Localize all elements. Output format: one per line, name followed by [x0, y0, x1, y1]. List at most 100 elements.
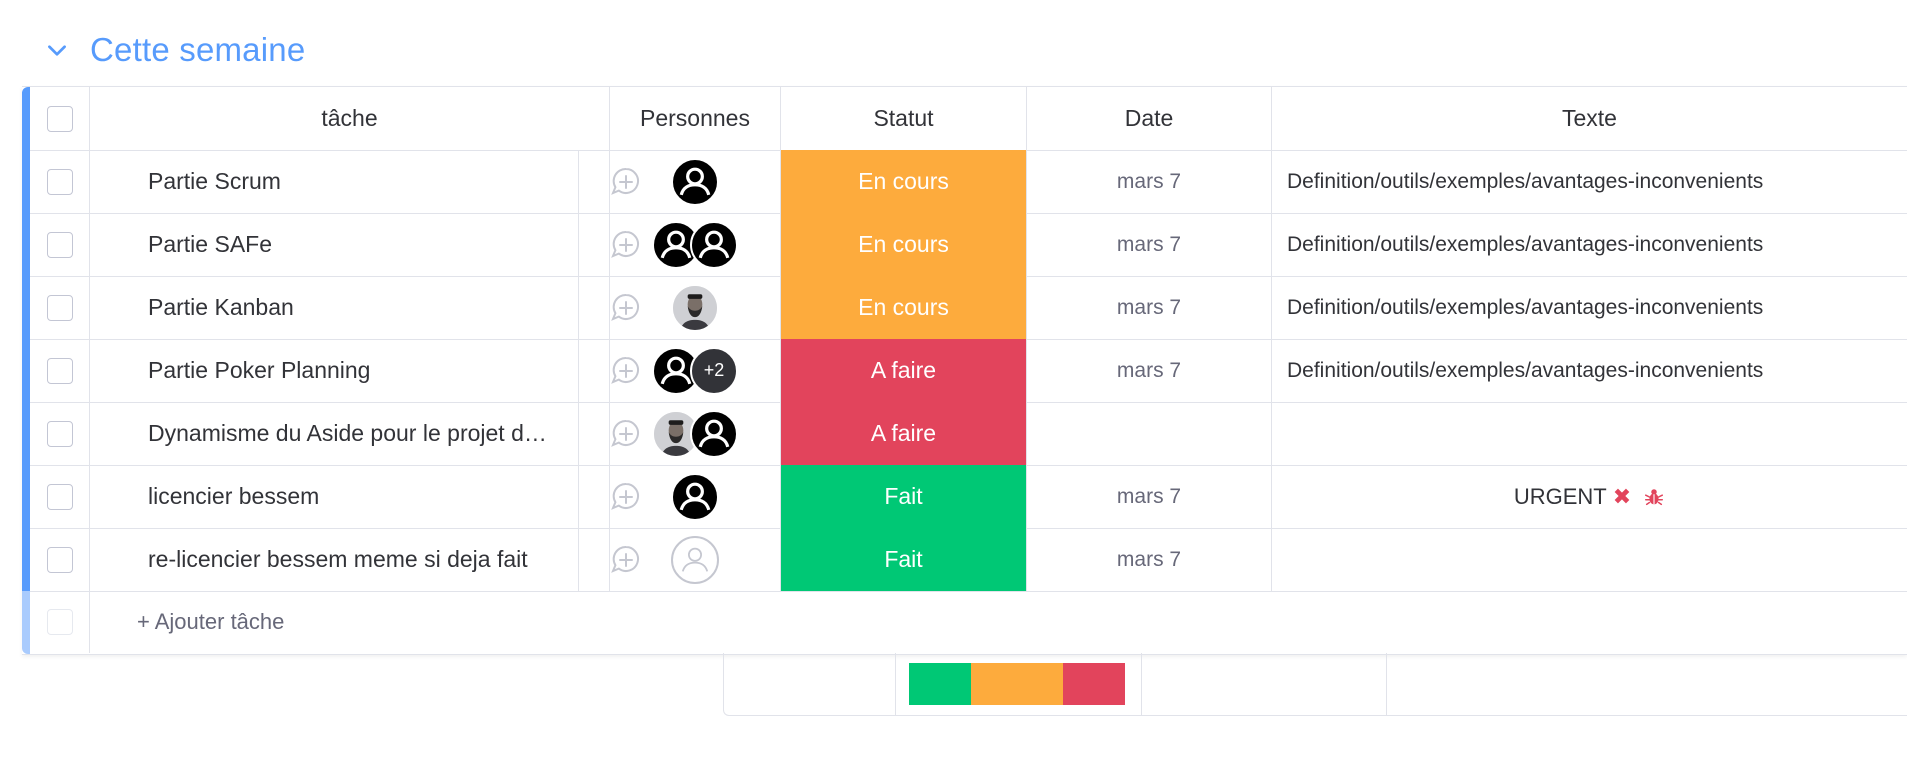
- column-header-date[interactable]: Date: [1027, 87, 1272, 150]
- update-divider: [578, 276, 579, 339]
- task-name[interactable]: Dynamisme du Aside pour le projet du sit…: [90, 420, 548, 447]
- avatar-group[interactable]: [671, 283, 719, 332]
- task-name[interactable]: Partie SAFe: [90, 231, 548, 258]
- text-value: Definition/outils/exemples/avantages-inc…: [1287, 358, 1764, 382]
- row-check-cell: [30, 213, 90, 276]
- text-value: URGENT: [1513, 483, 1607, 509]
- row-checkbox[interactable]: [46, 546, 73, 573]
- status-cell[interactable]: Fait: [781, 528, 1027, 591]
- status-cell[interactable]: En cours: [781, 150, 1027, 213]
- status-summary-bar[interactable]: [909, 663, 1125, 705]
- group-title[interactable]: Cette semaine: [90, 31, 305, 69]
- people-cell[interactable]: [610, 276, 781, 339]
- avatar-group[interactable]: [671, 157, 719, 206]
- status-label[interactable]: En cours: [781, 276, 1026, 339]
- column-header-status[interactable]: Statut: [781, 87, 1027, 150]
- select-all-checkbox[interactable]: [46, 105, 73, 132]
- date-value: mars 7: [1116, 358, 1182, 382]
- people-cell[interactable]: [610, 402, 781, 465]
- status-label[interactable]: Fait: [781, 528, 1026, 591]
- table-row: Partie SAFe En cours mars 7 Definition/outi…: [30, 213, 1907, 277]
- date-cell[interactable]: mars 7: [1027, 213, 1272, 276]
- avatar-group[interactable]: [671, 472, 719, 521]
- row-check-cell: [30, 528, 90, 591]
- task-name[interactable]: Partie Poker Planning: [90, 357, 548, 384]
- add-task-input[interactable]: + Ajouter tâche: [137, 591, 284, 653]
- text-value: Definition/outils/exemples/avantages-inc…: [1287, 295, 1764, 319]
- status-cell[interactable]: A faire: [781, 402, 1027, 465]
- status-cell[interactable]: En cours: [781, 276, 1027, 339]
- row-check-cell: [30, 402, 90, 465]
- chevron-down-icon[interactable]: [44, 37, 70, 63]
- task-cell[interactable]: Dynamisme du Aside pour le projet du sit…: [90, 402, 639, 465]
- person-avatar-icon: [690, 409, 738, 458]
- text-cell[interactable]: Definition/outils/exemples/avantages-inc…: [1272, 276, 1907, 339]
- status-cell[interactable]: En cours: [781, 213, 1027, 276]
- status-label[interactable]: En cours: [781, 213, 1026, 276]
- avatar-group[interactable]: [671, 535, 719, 584]
- status-cell[interactable]: A faire: [781, 339, 1027, 402]
- avatar-group[interactable]: [652, 220, 738, 269]
- column-header-people[interactable]: Personnes: [610, 87, 781, 150]
- task-name[interactable]: re-licencier bessem meme si deja fait: [90, 546, 548, 573]
- text-cell[interactable]: [1272, 402, 1907, 465]
- table-row: Partie Scrum En cours mars 7 Definition/out…: [30, 150, 1907, 214]
- date-cell[interactable]: mars 7: [1027, 339, 1272, 402]
- update-divider: [578, 465, 579, 528]
- row-checkbox[interactable]: [46, 420, 73, 447]
- text-value: Definition/outils/exemples/avantages-inc…: [1287, 232, 1764, 256]
- person-avatar-icon: [671, 472, 719, 521]
- status-cell[interactable]: Fait: [781, 465, 1027, 528]
- status-label[interactable]: A faire: [781, 402, 1026, 465]
- date-cell[interactable]: mars 7: [1027, 150, 1272, 213]
- task-cell[interactable]: Partie SAFe: [90, 213, 639, 276]
- people-cell[interactable]: [610, 528, 781, 591]
- text-cell[interactable]: [1272, 528, 1907, 591]
- status-summary-segment: [909, 663, 971, 705]
- update-divider: [578, 528, 579, 591]
- task-cell[interactable]: Partie Poker Planning: [90, 339, 639, 402]
- row-check-cell: [30, 150, 90, 213]
- table-header: tâche Personnes Statut Date Texte: [30, 87, 1907, 151]
- status-label[interactable]: A faire: [781, 339, 1026, 402]
- task-name[interactable]: Partie Scrum: [90, 168, 548, 195]
- avatar-group[interactable]: +2: [652, 346, 738, 395]
- task-cell[interactable]: Partie Kanban: [90, 276, 639, 339]
- row-check-cell: [30, 465, 90, 528]
- table-row: Dynamisme du Aside pour le projet du sit…: [30, 402, 1907, 466]
- date-cell[interactable]: mars 7: [1027, 528, 1272, 591]
- row-checkbox[interactable]: [46, 483, 73, 510]
- text-cell[interactable]: Definition/outils/exemples/avantages-inc…: [1272, 150, 1907, 213]
- people-cell[interactable]: [610, 150, 781, 213]
- avatar-group[interactable]: [652, 409, 738, 458]
- add-row-checkbox: [46, 609, 73, 635]
- task-cell[interactable]: Partie Scrum: [90, 150, 639, 213]
- status-summary-segment: [970, 663, 1064, 705]
- people-cell[interactable]: +2: [610, 339, 781, 402]
- text-cell[interactable]: URGENT ✖: [1272, 465, 1907, 528]
- board-table: tâche Personnes Statut Date Texte Partie…: [22, 86, 1907, 655]
- table-row: licencier bessem Fait mars 7 URGENT ✖: [30, 465, 1907, 529]
- row-checkbox[interactable]: [46, 357, 73, 384]
- text-cell[interactable]: Definition/outils/exemples/avantages-inc…: [1272, 339, 1907, 402]
- header-check-cell: [30, 87, 90, 150]
- date-cell[interactable]: [1027, 402, 1272, 465]
- task-name[interactable]: Partie Kanban: [90, 294, 548, 321]
- date-cell[interactable]: mars 7: [1027, 465, 1272, 528]
- column-header-text[interactable]: Texte: [1272, 87, 1907, 150]
- status-label[interactable]: Fait: [781, 465, 1026, 528]
- task-name[interactable]: licencier bessem: [90, 483, 548, 510]
- row-checkbox[interactable]: [46, 294, 73, 321]
- date-cell[interactable]: mars 7: [1027, 276, 1272, 339]
- people-cell[interactable]: [610, 465, 781, 528]
- row-checkbox[interactable]: [46, 168, 73, 195]
- update-divider: [578, 339, 579, 402]
- task-cell[interactable]: re-licencier bessem meme si deja fait: [90, 528, 639, 591]
- column-header-task[interactable]: tâche: [90, 87, 610, 150]
- row-checkbox[interactable]: [46, 231, 73, 258]
- task-cell[interactable]: licencier bessem: [90, 465, 639, 528]
- people-cell[interactable]: [610, 213, 781, 276]
- status-label[interactable]: En cours: [781, 150, 1026, 213]
- empty-avatar-icon: [671, 535, 719, 584]
- text-cell[interactable]: Definition/outils/exemples/avantages-inc…: [1272, 213, 1907, 276]
